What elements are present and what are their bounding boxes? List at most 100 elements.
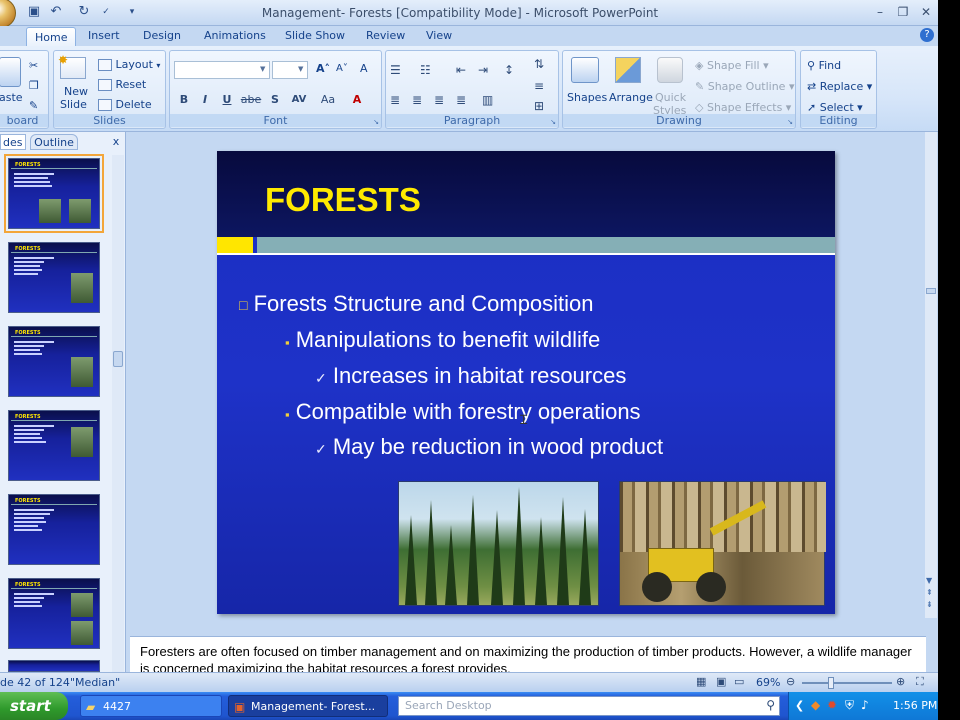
quick-styles-label-1[interactable]: Quick [655, 91, 686, 104]
tab-insert[interactable]: Insert [80, 26, 128, 46]
tray-app-icon[interactable]: ◆ [811, 698, 820, 712]
font-name-input[interactable] [174, 61, 270, 79]
tab-home[interactable]: Home [26, 27, 77, 48]
slide-scroll-thumb[interactable] [926, 288, 936, 294]
notes-pane[interactable]: Foresters are often focused on timber ma… [130, 636, 926, 672]
save-icon[interactable]: ▣ [26, 4, 42, 20]
decrease-indent-icon[interactable]: ⇤ [456, 63, 466, 77]
replace-button[interactable]: ⇄ Replace ▾ [807, 80, 872, 93]
scroll-down-icon[interactable]: ▼ [926, 576, 932, 585]
bold-button[interactable]: B [175, 91, 193, 109]
panel-close-icon[interactable]: x [110, 134, 122, 150]
slide-show-icon[interactable]: ▭ [734, 675, 744, 688]
bullet-level-3[interactable]: ✓ Increases in habitat resources [315, 363, 626, 389]
font-dialog-launcher-icon[interactable]: ↘ [373, 118, 379, 126]
copy-icon[interactable]: ❐ [29, 79, 39, 92]
grow-font-icon[interactable]: A˄ [316, 62, 330, 75]
shrink-font-icon[interactable]: A˅ [336, 63, 348, 74]
align-center-icon[interactable]: ≣ [412, 93, 422, 107]
normal-view-icon[interactable]: ▦ [696, 675, 706, 688]
align-left-icon[interactable]: ≣ [390, 93, 400, 107]
layout-button[interactable]: Layout ▾ [98, 58, 160, 71]
logging-machine-photo[interactable] [619, 481, 826, 606]
redo-icon[interactable]: ↻ [76, 4, 92, 20]
slide-thumbnail[interactable] [8, 660, 100, 672]
shape-fill-button[interactable]: ◈ Shape Fill ▾ [695, 59, 769, 72]
slide-thumbnail[interactable]: FORESTS [8, 494, 100, 565]
change-case-button[interactable]: Aa [316, 91, 340, 109]
text-direction-icon[interactable]: ⇅ [534, 57, 544, 71]
bullet-level-1[interactable]: □ Forests Structure and Composition [239, 291, 594, 317]
task-powerpoint[interactable]: ▣ Management- Forest... [228, 695, 388, 717]
underline-button[interactable]: U [218, 91, 236, 109]
close-icon[interactable]: ✕ [916, 3, 936, 21]
shape-effects-button[interactable]: ◇ Shape Effects ▾ [695, 101, 791, 114]
start-button[interactable]: start [0, 692, 68, 720]
task-folder[interactable]: ▰ 4427 [80, 695, 222, 717]
arrange-label[interactable]: Arrange [609, 91, 653, 104]
desktop-search-input[interactable]: Search Desktop ⚲ [398, 696, 780, 716]
forest-photo[interactable] [398, 481, 599, 606]
shape-outline-button[interactable]: ✎ Shape Outline ▾ [695, 80, 795, 93]
clear-formatting-icon[interactable]: A [360, 62, 368, 75]
paste-label[interactable]: aste [0, 91, 23, 104]
bullets-icon[interactable]: ☰ [390, 63, 401, 77]
office-button[interactable] [0, 0, 16, 28]
reset-button[interactable]: Reset [98, 78, 146, 91]
notes-text[interactable]: Foresters are often focused on timber ma… [140, 643, 920, 672]
new-slide-label-1[interactable]: New [64, 85, 88, 98]
tab-view[interactable]: View [418, 26, 460, 46]
slide-thumbnail[interactable]: FORESTS [8, 326, 100, 397]
shadow-button[interactable]: S [266, 91, 284, 109]
slide-thumbnail[interactable]: FORESTS [8, 578, 100, 649]
clock[interactable]: 1:56 PM [893, 699, 937, 712]
smartart-icon[interactable]: ⊞ [534, 99, 544, 113]
spellcheck-icon[interactable]: ✓ [98, 4, 114, 20]
bullet-level-2[interactable]: ▪ Manipulations to benefit wildlife [285, 327, 600, 353]
font-color-button[interactable]: A [348, 91, 366, 109]
align-text-icon[interactable]: ≡ [534, 79, 544, 93]
zoom-slider[interactable] [802, 682, 892, 684]
bullet-level-3[interactable]: ✓ May be reduction in wood product [315, 434, 663, 460]
tab-outline[interactable]: Outline [30, 134, 78, 150]
zoom-level[interactable]: 69% [756, 676, 780, 689]
panel-scroll-thumb[interactable] [113, 351, 123, 367]
tab-design[interactable]: Design [135, 26, 189, 46]
numbering-icon[interactable]: ☷ [420, 63, 431, 77]
zoom-in-icon[interactable]: ⊕ [896, 675, 905, 688]
tab-slide-show[interactable]: Slide Show [277, 26, 353, 46]
character-spacing-button[interactable]: AV [288, 91, 310, 109]
cut-icon[interactable]: ✂ [29, 59, 38, 72]
fit-to-window-icon[interactable]: ⛶ [916, 675, 924, 689]
help-icon[interactable]: ? [920, 28, 934, 42]
new-slide-label-2[interactable]: Slide [60, 98, 87, 111]
search-icon[interactable]: ⚲ [766, 698, 775, 712]
minimize-icon[interactable]: – [870, 3, 890, 21]
strikethrough-button[interactable]: abe [240, 91, 262, 109]
slide-sorter-icon[interactable]: ▣ [716, 675, 726, 688]
bullet-level-2[interactable]: ▪ Compatible with forestry operations [285, 399, 641, 425]
previous-slide-icon[interactable]: ⇞ [926, 588, 933, 597]
tray-shield-icon[interactable]: ⛨ [845, 698, 854, 713]
panel-scrollbar[interactable] [112, 155, 124, 672]
undo-icon[interactable]: ↶ [48, 4, 64, 20]
arrange-icon[interactable] [615, 57, 641, 83]
paragraph-dialog-launcher-icon[interactable]: ↘ [550, 118, 556, 126]
tab-animations[interactable]: Animations [196, 26, 274, 46]
line-spacing-icon[interactable]: ↕ [504, 63, 514, 77]
select-button[interactable]: ➚ Select ▾ [807, 101, 863, 114]
justify-icon[interactable]: ≣ [456, 93, 466, 107]
format-painter-icon[interactable]: ✎ [29, 99, 38, 112]
tab-slides[interactable]: des [0, 134, 26, 150]
delete-button[interactable]: Delete [98, 98, 152, 111]
shapes-label[interactable]: Shapes [567, 91, 607, 104]
quick-styles-icon[interactable] [657, 57, 683, 83]
tab-review[interactable]: Review [358, 26, 413, 46]
paste-icon[interactable] [0, 57, 21, 87]
customize-qat-icon[interactable]: ▾ [124, 4, 140, 20]
zoom-out-icon[interactable]: ⊖ [786, 675, 795, 688]
increase-indent-icon[interactable]: ⇥ [478, 63, 488, 77]
slide-scrollbar[interactable]: ▼ ⇞ ⇟ [925, 132, 937, 618]
next-slide-icon[interactable]: ⇟ [926, 600, 933, 609]
zoom-slider-thumb[interactable] [828, 677, 834, 689]
